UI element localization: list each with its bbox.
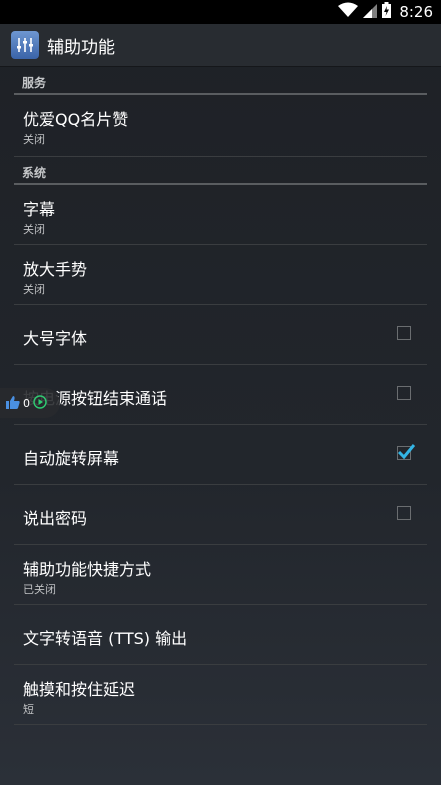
item-title: 放大手势 <box>23 260 88 279</box>
item-title: 触摸和按住延迟 <box>23 680 136 699</box>
settings-item-large-text[interactable]: 大号字体 <box>14 305 427 365</box>
item-title: 文字转语音 (TTS) 输出 <box>23 629 188 648</box>
item-summary: 关闭 <box>23 133 45 146</box>
item-title: 自动旋转屏幕 <box>23 449 120 468</box>
thumbs-up-icon <box>6 394 20 413</box>
item-summary: 短 <box>23 703 34 716</box>
check-icon <box>397 444 415 460</box>
settings-item-accessibility-shortcut[interactable]: 辅助功能快捷方式 已关闭 <box>14 545 427 605</box>
settings-item-auto-rotate[interactable]: 自动旋转屏幕 <box>14 425 427 485</box>
settings-item-speak-passwords[interactable]: 说出密码 <box>14 485 427 545</box>
item-summary: 关闭 <box>23 223 45 236</box>
accessibility-app-icon[interactable] <box>11 31 39 59</box>
settings-item-captions[interactable]: 字幕 关闭 <box>14 185 427 245</box>
auto-rotate-checkbox[interactable] <box>397 444 415 460</box>
section-header-system: 系统 <box>14 157 427 185</box>
section-header-label: 系统 <box>22 166 47 180</box>
item-summary: 关闭 <box>23 283 45 296</box>
settings-item-magnification-gestures[interactable]: 放大手势 关闭 <box>14 245 427 305</box>
settings-list: 服务 优爱QQ名片赞 关闭 系统 字幕 关闭 放大手势 关闭 大号字体 按电源按… <box>0 67 441 725</box>
power-ends-call-checkbox[interactable] <box>397 386 411 400</box>
section-header-services: 服务 <box>14 67 427 95</box>
item-title: 辅助功能快捷方式 <box>23 560 152 579</box>
status-time: 8:26 <box>399 3 433 21</box>
item-title: 大号字体 <box>23 329 88 348</box>
settings-item-tts-output[interactable]: 文字转语音 (TTS) 输出 <box>14 605 427 665</box>
large-text-checkbox[interactable] <box>397 326 411 340</box>
settings-item-power-ends-call[interactable]: 按电源按钮结束通话 <box>14 365 427 425</box>
item-title: 说出密码 <box>23 509 88 528</box>
item-summary: 已关闭 <box>23 583 56 596</box>
speak-passwords-checkbox[interactable] <box>397 506 411 520</box>
floating-like-widget[interactable]: 0 <box>0 388 60 418</box>
section-header-label: 服务 <box>22 76 47 90</box>
action-bar: 辅助功能 <box>0 24 441 67</box>
wifi-icon <box>338 2 359 22</box>
like-count: 0 <box>23 396 30 410</box>
item-title: 字幕 <box>23 200 56 219</box>
play-icon <box>33 394 47 413</box>
battery-icon <box>382 2 392 22</box>
status-bar: 8:26 <box>0 0 441 24</box>
page-title: 辅助功能 <box>47 37 115 58</box>
item-title: 优爱QQ名片赞 <box>23 110 129 129</box>
settings-item-qq-like[interactable]: 优爱QQ名片赞 关闭 <box>14 95 427 157</box>
settings-item-touch-hold-delay[interactable]: 触摸和按住延迟 短 <box>14 665 427 725</box>
signal-icon <box>363 3 378 22</box>
